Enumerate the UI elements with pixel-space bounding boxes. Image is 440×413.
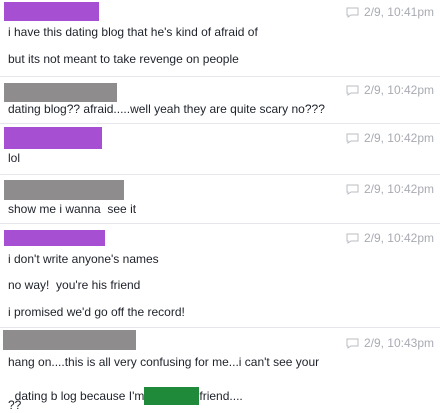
- chat-bubble-icon: [346, 85, 359, 96]
- divider: [0, 76, 440, 77]
- sender-name-redacted: [4, 2, 99, 21]
- sender-name-redacted: [4, 83, 117, 102]
- divider: [0, 223, 440, 224]
- timestamp: 2/9, 10:41pm: [363, 5, 434, 19]
- divider: [0, 123, 440, 124]
- timestamp: 2/9, 10:42pm: [363, 231, 434, 245]
- message-text: i have this dating blog that he's kind o…: [8, 25, 258, 39]
- timestamp: 2/9, 10:43pm: [363, 336, 434, 350]
- timestamp: 2/9, 10:42pm: [363, 83, 434, 97]
- message-text-with-redaction: dating b log because I'm friend....: [8, 372, 243, 405]
- sender-name-redacted: [3, 330, 136, 350]
- message-meta: 2/9, 10:42pm: [346, 231, 434, 245]
- message-meta: 2/9, 10:42pm: [346, 182, 434, 196]
- timestamp: 2/9, 10:42pm: [363, 182, 434, 196]
- message-text: dating blog?? afraid.....well yeah they …: [8, 102, 325, 116]
- sender-name-redacted: [4, 180, 124, 200]
- redacted-name: [144, 387, 200, 405]
- message-meta: 2/9, 10:42pm: [346, 131, 434, 145]
- message-meta: 2/9, 10:42pm: [346, 83, 434, 97]
- message-text: no way! you're his friend: [8, 278, 141, 292]
- message-text: show me i wanna see it: [8, 202, 137, 216]
- divider: [0, 174, 440, 175]
- message-text: friend....: [199, 389, 243, 403]
- message-text: i promised we'd go off the record!: [8, 305, 185, 319]
- message-meta: 2/9, 10:43pm: [346, 336, 434, 350]
- timestamp: 2/9, 10:42pm: [363, 131, 434, 145]
- message-text: dating b log because I'm: [14, 389, 145, 403]
- message-text: hang on....this is all very confusing fo…: [8, 355, 320, 369]
- message-text: i don't write anyone's names: [8, 252, 159, 266]
- message-text: lol: [8, 151, 21, 165]
- chat-bubble-icon: [346, 338, 359, 349]
- chat-bubble-icon: [346, 133, 359, 144]
- chat-bubble-icon: [346, 233, 359, 244]
- divider: [0, 327, 440, 328]
- message-text: ??: [8, 398, 22, 412]
- message-text: but its not meant to take revenge on peo…: [8, 52, 239, 66]
- chat-bubble-icon: [346, 7, 359, 18]
- sender-name-redacted: [4, 230, 105, 246]
- chat-bubble-icon: [346, 184, 359, 195]
- sender-name-redacted: [4, 127, 102, 149]
- message-meta: 2/9, 10:41pm: [346, 5, 434, 19]
